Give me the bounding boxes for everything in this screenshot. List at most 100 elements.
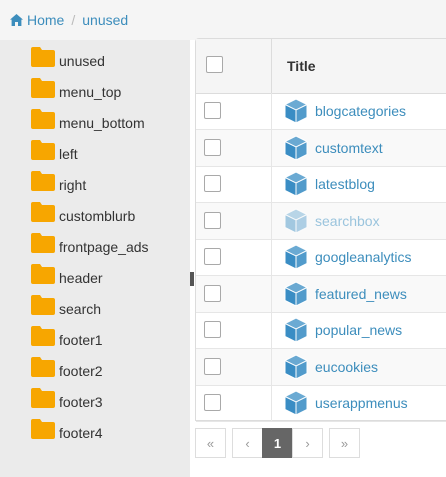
module-title-link[interactable]: customtext [315,130,383,166]
prev-page-button[interactable]: ‹ [232,428,263,458]
module-cube-icon [284,134,308,161]
module-title-link[interactable]: googleanalytics [315,239,412,275]
tree-item-label: footer4 [59,425,103,441]
table-row[interactable]: featured_news [196,275,446,313]
table-header: Title [196,39,446,94]
module-cube-icon [284,244,308,270]
tree-item-label: search [59,301,102,317]
folder-icon [31,295,55,315]
table-row[interactable]: customtext [196,129,446,167]
row-checkbox-cell [196,275,272,312]
table-row[interactable]: eucookies [196,348,446,386]
folder-icon [31,264,55,284]
module-title-link[interactable]: featured_news [315,276,407,312]
tree-item[interactable]: right [30,171,87,198]
breadcrumb-separator: / [71,12,76,28]
module-cube-icon [284,317,308,343]
row-checkbox[interactable] [204,248,221,265]
last-page-button[interactable]: » [329,428,360,458]
table-row[interactable]: userappmenus [196,385,446,422]
panel-splitter-handle[interactable] [190,272,194,286]
module-title-link[interactable]: blogcategories [315,93,406,129]
table-row[interactable]: searchbox [196,202,446,240]
row-checkbox[interactable] [204,321,221,338]
module-cube-icon [284,98,308,124]
row-checkbox-cell [196,166,272,202]
tree-item-label: frontpage_ads [59,239,149,255]
tree-item[interactable]: frontpage_ads [30,233,149,260]
row-checkbox-cell [196,348,272,385]
tree-item[interactable]: unused [30,47,105,74]
tree-item[interactable]: footer1 [30,326,103,353]
folder-icon [31,47,55,67]
tree-item-label: left [59,146,78,162]
tree-item-label: right [59,177,87,193]
row-checkbox[interactable] [204,357,221,375]
breadcrumb: Home / unused [0,0,446,40]
row-checkbox-cell [196,385,272,421]
module-title-link[interactable]: searchbox [315,203,380,239]
row-checkbox-cell [196,312,272,348]
row-checkbox[interactable] [204,211,221,229]
tree-item-label: menu_top [59,84,122,100]
folder-icon [31,357,55,377]
row-checkbox[interactable] [204,394,221,411]
module-title-link[interactable]: popular_news [315,312,402,348]
row-checkbox[interactable] [204,175,221,192]
row-checkbox-cell [196,239,272,275]
tree-item[interactable]: menu_bottom [30,109,145,136]
pagination: « ‹ 1 › » [195,428,360,458]
module-cube-icon [284,280,308,307]
tree-item-label: footer1 [59,332,103,348]
breadcrumb-current[interactable]: unused [82,12,128,28]
module-title-link[interactable]: eucookies [315,349,378,385]
select-all-checkbox[interactable] [206,56,223,73]
tree-item[interactable]: footer2 [30,357,103,384]
tree-item[interactable]: search [30,295,102,322]
home-icon [10,14,23,26]
row-checkbox-cell [196,93,272,129]
select-all-cell [196,39,272,93]
row-checkbox-cell [196,202,272,239]
row-checkbox-cell [196,129,272,166]
tree-item-label: customblurb [59,208,136,224]
table-row[interactable]: blogcategories [196,93,446,130]
table-row[interactable]: latestblog [196,166,446,203]
folder-icon [31,388,55,408]
module-cube-icon [284,390,308,416]
breadcrumb-home-label: Home [27,12,65,28]
tree-item[interactable]: footer4 [30,419,103,446]
modules-table: Title blogcategories customtext latestblog… [195,38,446,422]
page-1-button[interactable]: 1 [262,428,293,458]
folder-icon [31,109,55,129]
first-page-button[interactable]: « [195,428,226,458]
tree-item[interactable]: customblurb [30,202,136,229]
position-tree: unused menu_top menu_bottomleft right custom… [0,40,190,477]
table-row[interactable]: googleanalytics [196,239,446,276]
row-checkbox[interactable] [204,284,221,302]
row-checkbox[interactable] [204,102,221,119]
row-checkbox[interactable] [204,138,221,156]
module-cube-icon [284,171,308,197]
folder-icon [31,171,55,191]
tree-item-label: header [59,270,103,286]
module-title-link[interactable]: latestblog [315,166,375,202]
tree-item[interactable]: menu_top [30,78,122,105]
folder-icon [31,202,55,222]
tree-item-label: footer2 [59,363,103,379]
title-column-header[interactable]: Title [287,39,316,93]
tree-item-label: unused [59,53,105,69]
folder-icon [31,326,55,346]
tree-item-label: footer3 [59,394,103,410]
tree-item[interactable]: header [30,264,103,291]
table-row[interactable]: popular_news [196,312,446,349]
module-title-link[interactable]: userappmenus [315,385,408,421]
folder-icon [31,419,55,439]
tree-item[interactable]: left [30,140,78,167]
breadcrumb-home-link[interactable]: Home [10,12,64,28]
folder-icon [31,78,55,98]
folder-icon [31,140,55,160]
module-cube-icon [284,353,308,380]
next-page-button[interactable]: › [292,428,323,458]
tree-item[interactable]: footer3 [30,388,103,415]
